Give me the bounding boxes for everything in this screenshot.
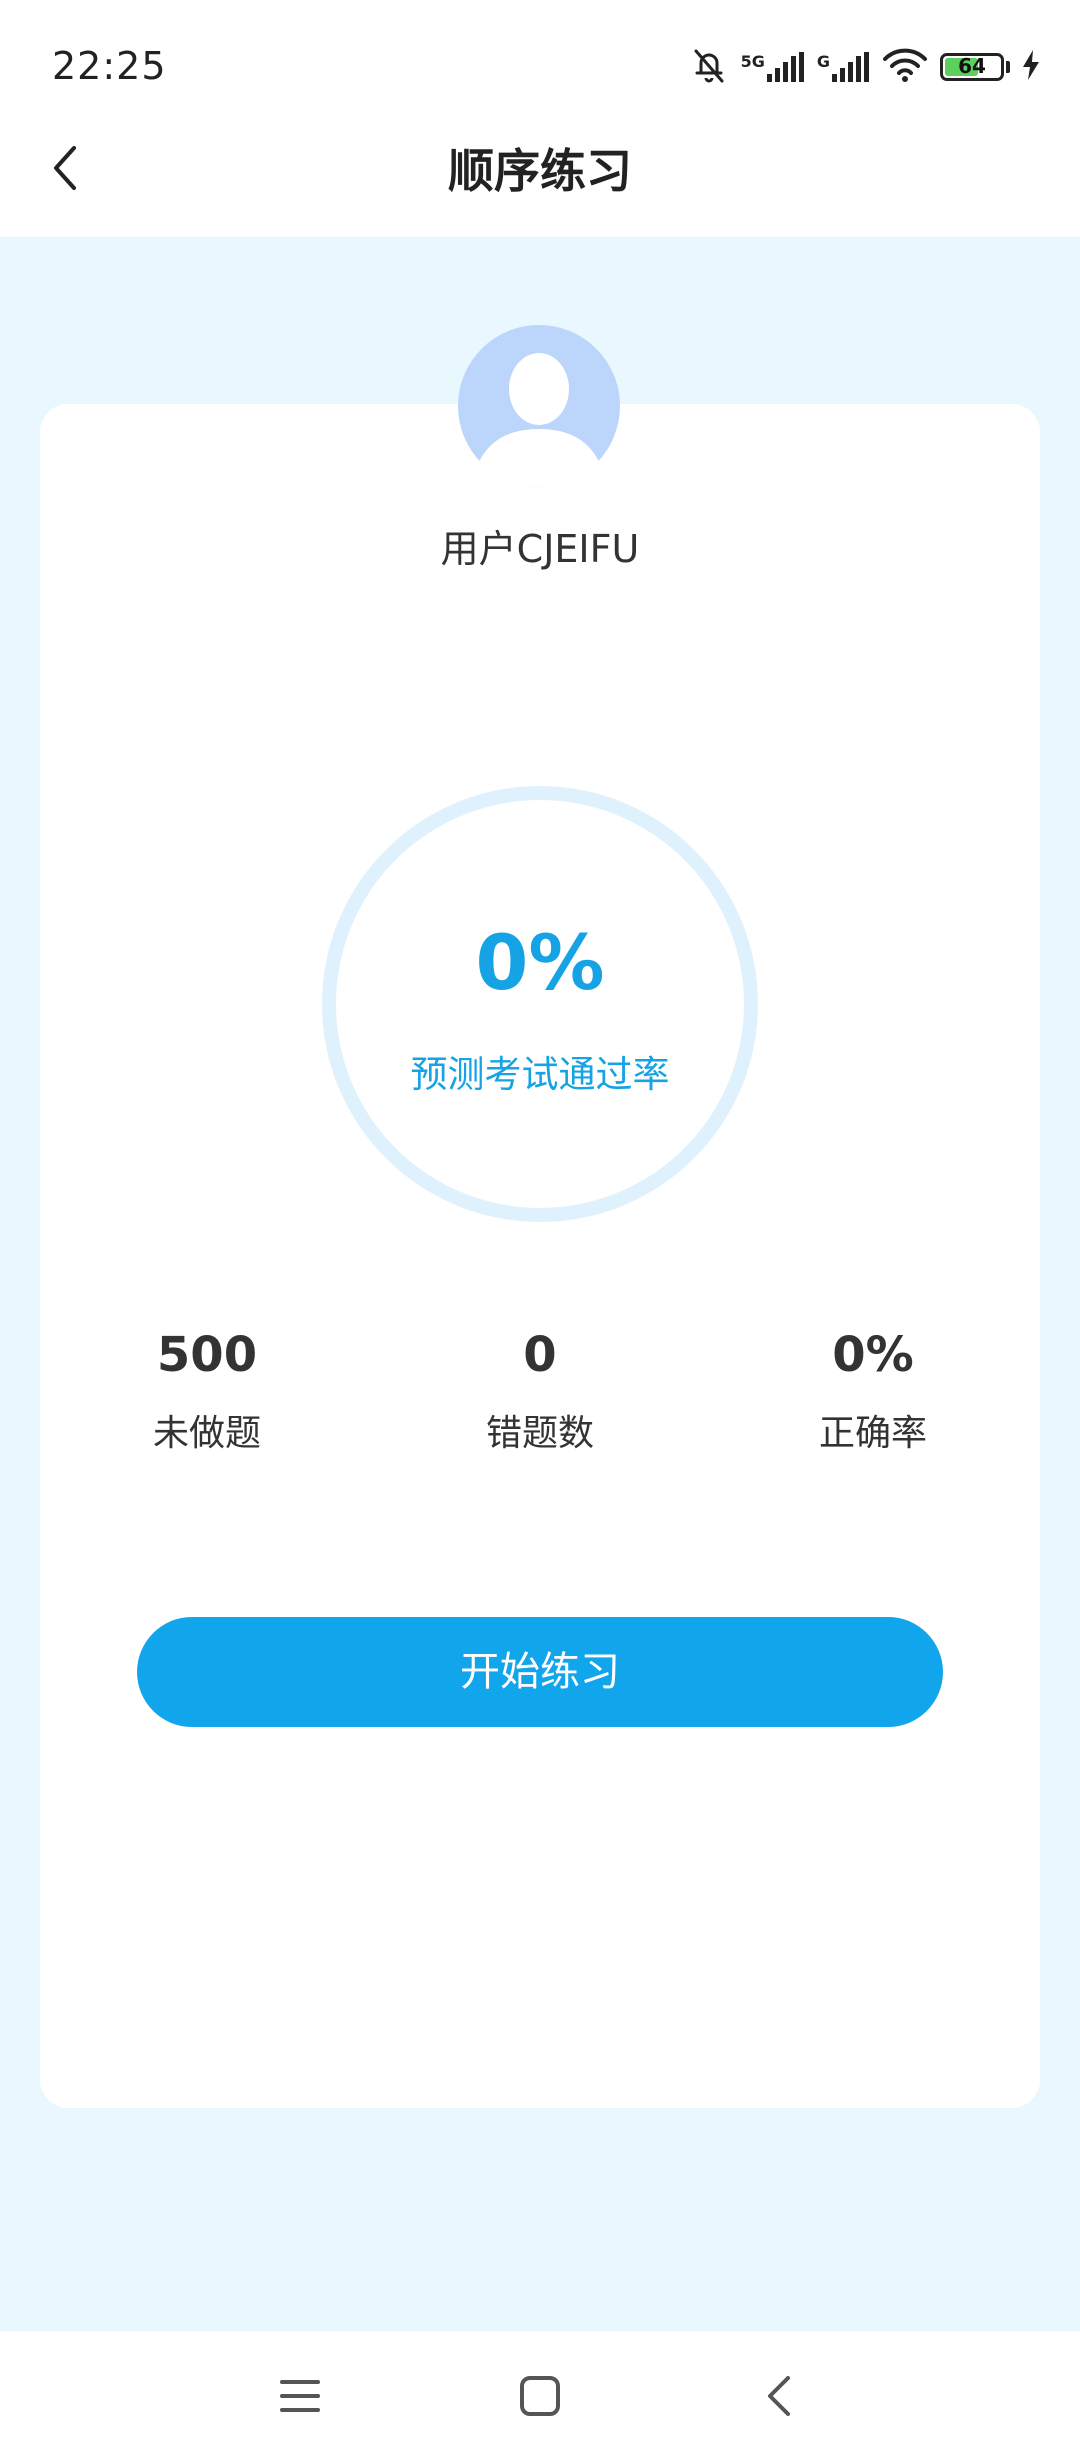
practice-card xyxy=(40,404,1040,2108)
status-time: 22:25 xyxy=(52,44,167,88)
stat-unanswered-label: 未做题 xyxy=(152,1413,261,1454)
status-icons: 5G G 64 xyxy=(689,44,1040,90)
mute-bell-icon xyxy=(689,45,729,89)
battery-level: 64 xyxy=(958,54,986,78)
stat-unanswered-value: 500 xyxy=(156,1327,258,1383)
username: 用户CJEIFU xyxy=(440,527,640,571)
system-nav-bar xyxy=(0,2331,1080,2460)
pass-rate-label: 预测考试通过率 xyxy=(410,1053,670,1096)
menu-icon xyxy=(279,2378,321,2418)
signal-g-label: G xyxy=(816,52,830,71)
stat-accuracy-value: 0% xyxy=(832,1327,914,1383)
stat-wrong-value: 0 xyxy=(523,1327,557,1383)
recent-apps-button[interactable] xyxy=(255,2353,345,2443)
stat-accuracy: 0% 正确率 xyxy=(723,1320,1023,1456)
square-icon xyxy=(519,2375,561,2421)
start-practice-button[interactable]: 开始练习 xyxy=(137,1617,943,1727)
chevron-left-icon xyxy=(764,2374,794,2422)
signal-5g-label: 5G xyxy=(740,52,765,71)
title-bar: 顺序练习 xyxy=(0,105,1080,237)
signal-g-icon: G xyxy=(817,52,870,82)
stat-unanswered: 500 未做题 xyxy=(57,1320,357,1456)
wifi-icon xyxy=(882,47,928,87)
stat-accuracy-label: 正确率 xyxy=(818,1413,927,1454)
pass-rate-value: 0% xyxy=(475,918,605,1007)
stat-wrong: 0 错题数 xyxy=(390,1320,690,1456)
avatar xyxy=(458,325,620,487)
system-back-button[interactable] xyxy=(734,2353,824,2443)
signal-5g-icon: 5G xyxy=(741,52,805,82)
battery-icon: 64 xyxy=(940,53,1004,81)
charging-bolt-icon xyxy=(1022,50,1040,84)
page-title: 顺序练习 xyxy=(448,144,632,198)
battery-cap xyxy=(1006,61,1010,73)
home-button[interactable] xyxy=(495,2353,585,2443)
person-icon xyxy=(472,353,606,487)
stat-wrong-label: 错题数 xyxy=(485,1413,594,1454)
